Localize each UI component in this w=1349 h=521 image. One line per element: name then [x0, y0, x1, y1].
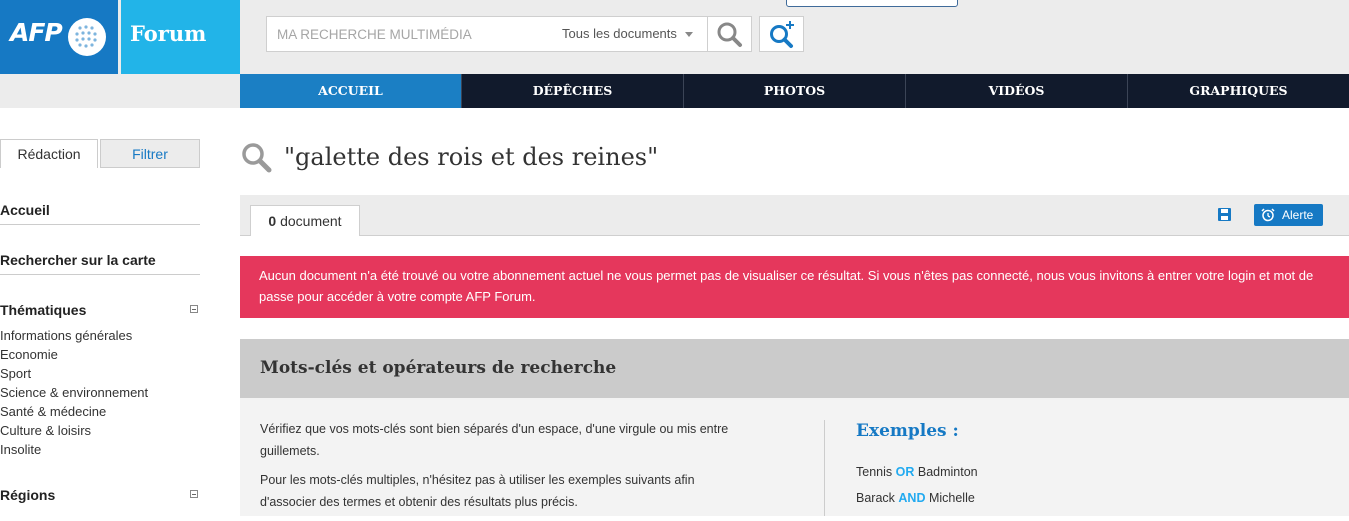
sidebar-item-culture-loisirs[interactable]: Culture & loisirs	[0, 421, 148, 440]
thematiques-header[interactable]: Thématiques	[0, 302, 200, 318]
nav-graphiques[interactable]: GRAPHIQUES	[1127, 74, 1349, 108]
document-count-tab[interactable]: 0 document	[250, 205, 360, 236]
sidebar-item-sport[interactable]: Sport	[0, 364, 148, 383]
sidebar-item-sante-medecine[interactable]: Santé & médecine	[0, 402, 148, 421]
regions-title: Régions	[0, 487, 56, 503]
example-line: Tennis OR Badminton	[856, 465, 978, 479]
tab-filtrer[interactable]: Filtrer	[100, 139, 200, 168]
search-input[interactable]	[267, 17, 547, 51]
alarm-clock-icon	[1261, 208, 1275, 222]
forum-logo-text: Forum	[130, 21, 207, 46]
nav-accueil[interactable]: ACCUEIL	[240, 74, 461, 108]
nav-depeches[interactable]: DÉPÊCHES	[461, 74, 683, 108]
sidebar-item-economie[interactable]: Economie	[0, 345, 148, 364]
chevron-down-icon	[684, 32, 693, 38]
example-term: Michelle	[928, 491, 975, 505]
main-nav: ACCUEIL DÉPÊCHES PHOTOS VIDÉOS GRAPHIQUE…	[240, 74, 1349, 108]
afp-logo[interactable]: AFP	[0, 0, 118, 74]
collapse-icon[interactable]	[190, 305, 198, 313]
afp-logo-text: AFP	[10, 18, 63, 47]
help-header: Mots-clés et opérateurs de recherche	[240, 339, 1349, 398]
globe-icon	[68, 18, 106, 56]
search-icon	[242, 143, 272, 173]
sidebar-item-insolite[interactable]: Insolite	[0, 440, 148, 459]
document-count: 0	[268, 213, 277, 229]
search-button[interactable]	[707, 17, 751, 51]
search-icon	[717, 22, 742, 47]
search-box: Tous les documents	[266, 16, 752, 52]
search-query-title: "galette des rois et des reines"	[284, 143, 659, 171]
example-operator: AND	[898, 491, 926, 505]
example-operator: OR	[895, 465, 915, 479]
examples-title: Exemples :	[856, 421, 959, 441]
help-title: Mots-clés et opérateurs de recherche	[260, 358, 617, 378]
divider	[824, 420, 825, 516]
nav-videos[interactable]: VIDÉOS	[905, 74, 1127, 108]
regions-header[interactable]: Régions	[0, 487, 200, 503]
sidebar-item-informations-generales[interactable]: Informations générales	[0, 326, 148, 345]
search-plus-icon	[770, 21, 794, 48]
sidebar-item-science-environnement[interactable]: Science & environnement	[0, 383, 148, 402]
help-text: Vérifiez que vos mots-clés sont bien sép…	[260, 419, 730, 521]
top-partial-button[interactable]	[786, 0, 958, 7]
forum-logo[interactable]: Forum	[121, 0, 240, 74]
example-line: Barack AND Michelle	[856, 491, 975, 505]
nav-photos[interactable]: PHOTOS	[683, 74, 905, 108]
thematiques-title: Thématiques	[0, 302, 87, 318]
document-count-label: document	[280, 213, 342, 229]
example-term: Tennis	[856, 465, 893, 479]
advanced-search-button[interactable]	[759, 16, 804, 52]
save-icon[interactable]	[1217, 207, 1232, 222]
help-paragraph: Vérifiez que vos mots-clés sont bien sép…	[260, 422, 729, 458]
help-paragraph: Pour les mots-clés multiples, n'hésitez …	[260, 473, 695, 509]
alert-label: Alerte	[1282, 208, 1314, 222]
alert-button[interactable]: Alerte	[1254, 204, 1323, 226]
no-results-message: Aucun document n'a été trouvé ou votre a…	[240, 256, 1349, 318]
results-toolbar	[240, 195, 1349, 236]
scope-dropdown[interactable]: Tous les documents	[562, 17, 693, 51]
example-term: Badminton	[917, 465, 978, 479]
thematiques-list: Informations générales Economie Sport Sc…	[0, 326, 148, 459]
sidebar-link-map-search[interactable]: Rechercher sur la carte	[0, 252, 200, 275]
tab-redaction[interactable]: Rédaction	[0, 139, 98, 168]
collapse-icon[interactable]	[190, 490, 198, 498]
example-term: Barack	[856, 491, 895, 505]
sidebar-link-accueil[interactable]: Accueil	[0, 202, 200, 225]
scope-label: Tous les documents	[562, 26, 677, 41]
